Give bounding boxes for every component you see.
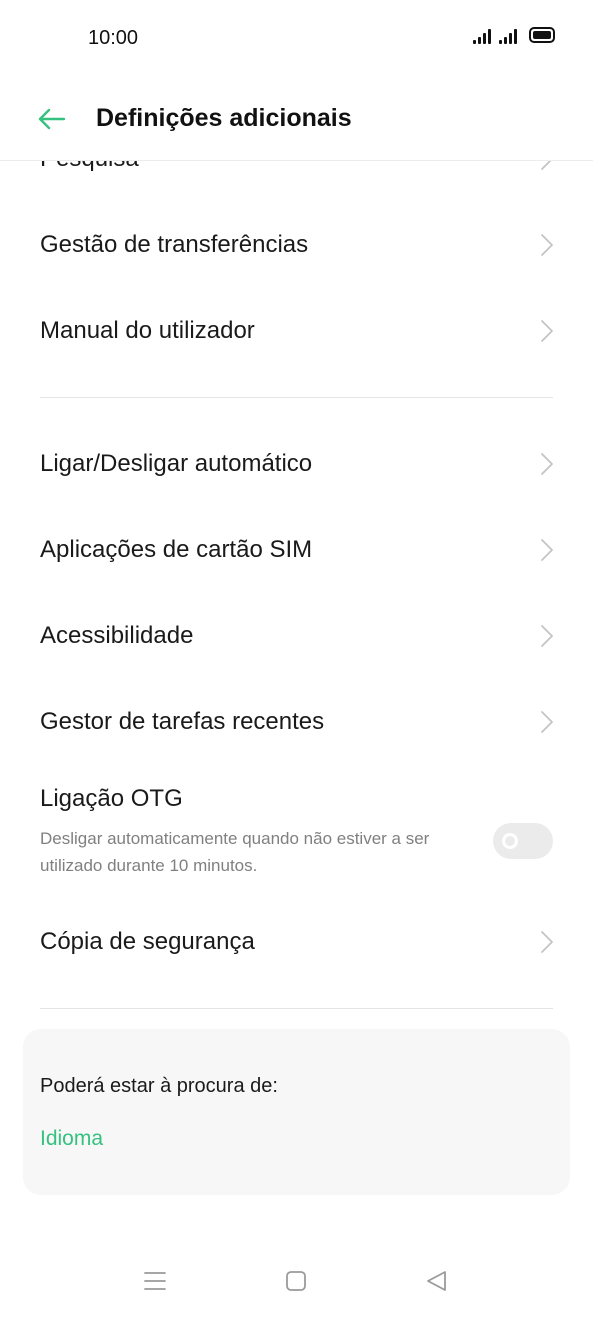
chevron-right-icon — [541, 453, 553, 475]
settings-item-pesquisa[interactable]: Pesquisa — [0, 160, 593, 202]
settings-item-label: Gestor de tarefas recentes — [40, 708, 325, 735]
status-bar: 10:00 — [0, 0, 593, 76]
settings-item-cartao-sim[interactable]: Aplicações de cartão SIM — [0, 507, 593, 593]
navigation-bar — [0, 1240, 593, 1318]
chevron-right-icon — [541, 625, 553, 647]
settings-item-tarefas-recentes[interactable]: Gestor de tarefas recentes — [0, 679, 593, 765]
otg-toggle[interactable] — [493, 823, 553, 859]
chevron-right-icon — [541, 160, 553, 170]
page-title: Definições adicionais — [96, 104, 352, 132]
settings-item-label: Pesquisa — [40, 160, 139, 173]
settings-item-acessibilidade[interactable]: Acessibilidade — [0, 593, 593, 679]
menu-icon — [144, 1272, 166, 1290]
settings-item-label: Gestão de transferências — [40, 231, 309, 258]
status-time: 10:00 — [88, 27, 139, 49]
chevron-right-icon — [541, 931, 553, 953]
otg-title: Ligação OTG — [40, 785, 183, 812]
battery-icon — [529, 27, 555, 43]
back-button[interactable] — [34, 104, 68, 134]
suggestion-link-idioma[interactable]: Idioma — [40, 1127, 103, 1151]
system-back-button[interactable] — [425, 1270, 447, 1297]
otg-description: Desligar automaticamente quando não esti… — [40, 829, 430, 875]
settings-item-label: Aplicações de cartão SIM — [40, 536, 313, 563]
home-button[interactable] — [285, 1270, 307, 1297]
toggle-knob — [502, 833, 518, 849]
settings-item-label: Manual do utilizador — [40, 317, 255, 344]
app-bar: Definições adicionais — [0, 76, 593, 161]
signal-icon — [473, 28, 491, 44]
settings-item-otg: Ligação OTG Desligar automaticamente qua… — [0, 765, 593, 899]
chevron-right-icon — [541, 234, 553, 256]
section-divider — [40, 1008, 553, 1009]
home-icon — [286, 1271, 306, 1291]
settings-item-copia-seguranca[interactable]: Cópia de segurança — [0, 899, 593, 985]
arrow-left-icon — [38, 108, 66, 130]
back-triangle-icon — [427, 1271, 446, 1291]
chevron-right-icon — [541, 711, 553, 733]
suggestion-heading: Poderá estar à procura de: — [40, 1075, 278, 1097]
recents-button[interactable] — [144, 1270, 166, 1297]
chevron-right-icon — [541, 539, 553, 561]
chevron-right-icon — [541, 320, 553, 342]
suggestion-card: Poderá estar à procura de: Idioma — [23, 1029, 570, 1195]
status-icons — [473, 27, 555, 44]
settings-item-label: Ligar/Desligar automático — [40, 450, 313, 477]
signal-icon — [499, 28, 517, 44]
settings-item-manual-utilizador[interactable]: Manual do utilizador — [0, 288, 593, 374]
settings-item-label: Cópia de segurança — [40, 928, 255, 955]
settings-item-label: Acessibilidade — [40, 622, 194, 649]
settings-item-ligar-desligar[interactable]: Ligar/Desligar automático — [0, 421, 593, 507]
settings-item-gestao-transferencias[interactable]: Gestão de transferências — [0, 202, 593, 288]
